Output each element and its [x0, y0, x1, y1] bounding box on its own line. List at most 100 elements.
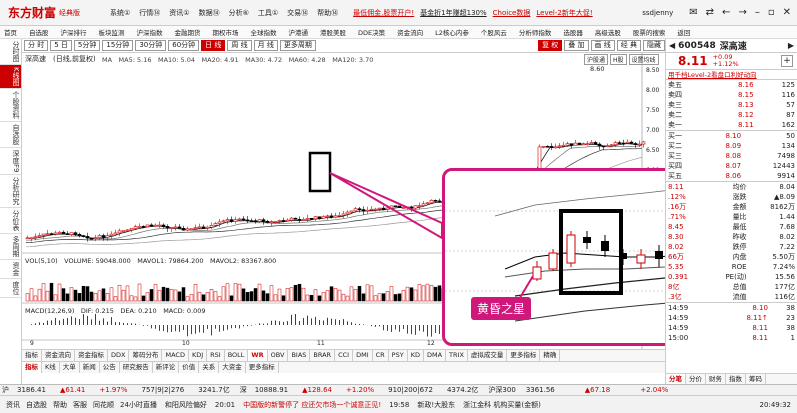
- ask-price[interactable]: 8.11: [709, 120, 756, 131]
- indicator-tab[interactable]: 筹码分布: [129, 350, 163, 361]
- quote-tab[interactable]: 财务: [706, 374, 726, 384]
- info-tab[interactable]: 关系: [199, 362, 220, 373]
- indicator-tab[interactable]: CCI: [335, 350, 354, 361]
- ticker-news-1[interactable]: 和阳风险偏好: [165, 400, 207, 410]
- bid-price[interactable]: 8.07: [703, 161, 743, 171]
- left-rail-tab[interactable]: 分价表: [0, 208, 21, 235]
- nav-item[interactable]: 自选股: [29, 27, 49, 37]
- add-watchlist-button[interactable]: +: [781, 55, 793, 67]
- kline-chart[interactable]: 深高速 (日线,前复权) MA MA5: 5.16 MA10: 5.04 MA2…: [22, 53, 712, 349]
- promo-link[interactable]: 最低佣金,股票开户!: [353, 8, 414, 18]
- ticker-news-2[interactable]: 中国版的新警停了 应还欠市场一个诚意正见!: [243, 400, 381, 410]
- nav-item[interactable]: 返回: [677, 27, 690, 37]
- period-button[interactable]: 月 线: [253, 40, 278, 51]
- quote-tab[interactable]: 分价: [686, 374, 706, 384]
- bid-price[interactable]: 8.09: [703, 141, 743, 151]
- nav-item[interactable]: L2核心内参: [435, 27, 469, 37]
- main-menu-item[interactable]: 分析⑥: [229, 8, 249, 18]
- ticker-news-3[interactable]: 新政!大股东: [417, 400, 455, 410]
- chart-tag[interactable]: 沪股通: [584, 54, 609, 65]
- ticker-link[interactable]: 同花顺: [93, 400, 114, 410]
- ask-price[interactable]: 8.15: [709, 90, 756, 100]
- level2-link[interactable]: 用千档Level-2看盘口利好动向: [666, 70, 797, 80]
- window-button-icon[interactable]: –: [755, 7, 760, 18]
- chart-tag[interactable]: H股: [610, 54, 627, 65]
- promo-link-2[interactable]: 基金折1年赚超130%: [420, 8, 486, 18]
- main-menu-item[interactable]: 数据⑭: [199, 8, 220, 18]
- main-menu-item[interactable]: 资讯①: [169, 8, 189, 18]
- nav-item[interactable]: 个股风云: [481, 27, 507, 37]
- left-rail-tab[interactable]: K线图: [0, 65, 21, 89]
- promo-link-3[interactable]: Choice数据: [493, 8, 531, 18]
- indicator-tab[interactable]: 资金流向: [42, 350, 75, 361]
- indicator-tab[interactable]: WR: [248, 350, 268, 361]
- indicator-tab[interactable]: BRAR: [310, 350, 336, 361]
- quote-tab[interactable]: 指数: [726, 374, 746, 384]
- indicator-tab[interactable]: DDX: [108, 350, 130, 361]
- username[interactable]: ssdjenny: [642, 9, 673, 17]
- nav-item[interactable]: 沪港通: [289, 27, 309, 37]
- info-tab[interactable]: 更多指标: [246, 362, 279, 373]
- left-rail-tab[interactable]: 资金: [0, 260, 21, 280]
- next-stock-icon[interactable]: ▶: [788, 41, 794, 50]
- ask-price[interactable]: 8.16: [709, 80, 756, 90]
- period-button[interactable]: 分 时: [24, 40, 49, 51]
- sh-index[interactable]: 3186.41: [17, 386, 46, 394]
- info-tab[interactable]: 大资金: [219, 362, 246, 373]
- window-button-icon[interactable]: ▫: [768, 7, 775, 18]
- nav-item[interactable]: 金融期货: [175, 27, 201, 37]
- indicator-tab[interactable]: 虚拟成交量: [468, 350, 508, 361]
- period-button[interactable]: 日 线: [201, 40, 226, 51]
- toolbar-right-button[interactable]: 叠 加: [564, 40, 589, 51]
- left-rail-tab[interactable]: 多周期: [0, 234, 21, 261]
- ticker-link[interactable]: 自选股: [26, 400, 47, 410]
- info-tab[interactable]: 价值: [179, 362, 200, 373]
- indicator-tab[interactable]: TRIX: [446, 350, 468, 361]
- nav-item[interactable]: 分析师指数: [519, 27, 552, 37]
- left-rail-tab[interactable]: 分时图: [0, 39, 21, 65]
- hs300-index[interactable]: 3361.56: [526, 386, 555, 394]
- nav-item[interactable]: 沪深排行: [61, 27, 87, 37]
- indicator-tab[interactable]: DMA: [424, 350, 447, 361]
- info-tab[interactable]: 新评论: [153, 362, 180, 373]
- info-tab[interactable]: K线: [42, 362, 60, 373]
- info-tab[interactable]: 研究报告: [120, 362, 153, 373]
- indicator-tab[interactable]: 指标: [22, 350, 42, 361]
- ticker-link[interactable]: 客服: [73, 400, 87, 410]
- quote-tab[interactable]: 筹码: [746, 374, 766, 384]
- indicator-tab[interactable]: 更多指标: [507, 350, 541, 361]
- ask-price[interactable]: 8.12: [709, 110, 756, 120]
- info-tab[interactable]: 公告: [100, 362, 120, 373]
- main-menu-item[interactable]: 系统①: [110, 8, 130, 18]
- promo-link-4[interactable]: Level-2新年大促!: [536, 8, 592, 18]
- info-tab[interactable]: 指标: [22, 362, 42, 373]
- left-rail-tab[interactable]: 分析研究: [0, 175, 21, 209]
- indicator-tab[interactable]: RSI: [207, 350, 225, 361]
- ask-price[interactable]: 8.13: [709, 100, 756, 110]
- left-rail-tab[interactable]: 度位: [0, 279, 21, 299]
- info-tab[interactable]: 新闻: [80, 362, 100, 373]
- nav-item[interactable]: 期权市场: [213, 27, 239, 37]
- nav-item[interactable]: 板块监测: [99, 27, 125, 37]
- main-menu-item[interactable]: 行情⑭: [139, 8, 160, 18]
- indicator-tab[interactable]: BOLL: [225, 350, 249, 361]
- indicator-tab[interactable]: 精确: [540, 350, 561, 361]
- info-tab[interactable]: 大单: [60, 362, 80, 373]
- nav-item[interactable]: 高级选股: [595, 27, 621, 37]
- window-button-icon[interactable]: ←: [722, 7, 730, 18]
- main-menu-item[interactable]: 帮助⑭: [317, 8, 338, 18]
- period-button[interactable]: 30分钟: [135, 40, 167, 51]
- left-rail-tab[interactable]: 自选股: [0, 122, 21, 148]
- toolbar-right-button[interactable]: 隐藏: [643, 40, 665, 51]
- ticker-link[interactable]: 资讯: [6, 400, 20, 410]
- nav-item[interactable]: DDE决策: [358, 27, 385, 37]
- period-button[interactable]: 更多周期: [279, 40, 316, 51]
- indicator-tab[interactable]: PSY: [389, 350, 408, 361]
- window-button-icon[interactable]: ⇄: [706, 7, 714, 18]
- nav-item[interactable]: 首页: [4, 27, 17, 37]
- left-rail-tab[interactable]: 深度F9: [0, 148, 21, 176]
- main-menu-item[interactable]: 工具①: [258, 8, 278, 18]
- toolbar-right-button[interactable]: 复 权: [538, 40, 563, 51]
- indicator-tab[interactable]: MACD: [162, 350, 189, 361]
- nav-item[interactable]: 沪深指数: [137, 27, 163, 37]
